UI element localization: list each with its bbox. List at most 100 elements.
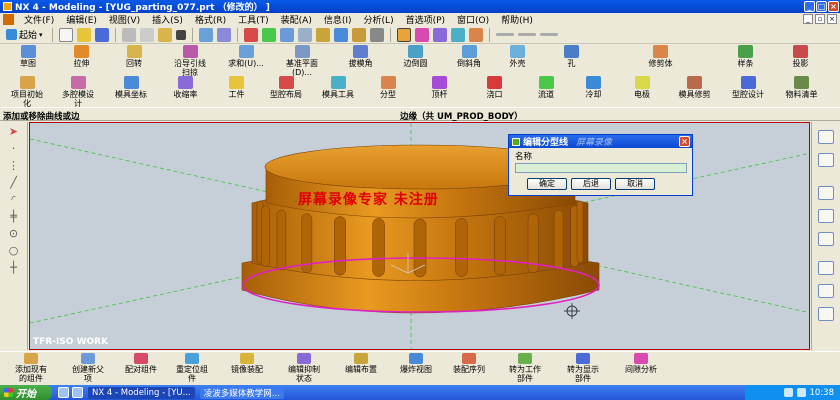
toolbar-button-workpiece[interactable]: 工件 <box>213 76 260 99</box>
circle-icon[interactable]: ○ <box>7 245 21 257</box>
doc-close-button[interactable]: × <box>827 14 837 24</box>
toolbar-button-mold-csys[interactable]: 模具坐标 <box>104 76 158 99</box>
toolbar-button-edge-blend[interactable]: 边倒圆 <box>388 45 443 68</box>
toolbar-button-datum-plane[interactable]: 基准平面 (D)... <box>271 45 333 77</box>
toolbar-button-cavity-design[interactable]: 型腔设计 <box>722 76 774 99</box>
show-desktop-icon[interactable] <box>58 387 69 398</box>
menu-item[interactable]: 编辑(E) <box>60 13 103 26</box>
start-button[interactable]: 开始 <box>0 385 52 400</box>
selection-filter-icon[interactable] <box>396 27 411 42</box>
part-navigator-icon[interactable] <box>818 153 834 167</box>
window-title-bar[interactable]: NX 4 - Modeling - [YUG_parting_077.prt （… <box>0 0 840 13</box>
analysis-icon[interactable] <box>468 27 483 42</box>
menu-item[interactable]: 插入(S) <box>146 13 189 26</box>
toolbar-button-add-component[interactable]: 添加现有 的组件 <box>2 353 60 383</box>
wcs-icon[interactable] <box>450 27 465 42</box>
undo-icon[interactable] <box>198 27 213 42</box>
toolbar-button-mirror-assembly[interactable]: 镜像装配 <box>218 353 276 374</box>
menu-item[interactable]: 窗口(O) <box>451 13 495 26</box>
select-arrow-icon[interactable]: ➤ <box>7 126 21 138</box>
dialog-close-button[interactable]: × <box>679 136 690 147</box>
layer-icon[interactable] <box>432 27 447 42</box>
menu-item[interactable]: 视图(V) <box>103 13 146 26</box>
tray-icon[interactable] <box>796 388 806 397</box>
toolbar-button-project[interactable]: 投影 <box>773 45 828 68</box>
toolbar-button-reposition[interactable]: 重定位组 件 <box>166 353 218 383</box>
toolbar-button-arrangement[interactable]: 编辑布置 <box>332 353 390 374</box>
zoom-icon[interactable] <box>261 27 276 42</box>
intersection-icon[interactable]: ┼ <box>7 262 21 274</box>
toolbar-button-make-work-part[interactable]: 转为工作 部件 <box>496 353 554 383</box>
menu-item[interactable]: 帮助(H) <box>495 13 539 26</box>
menu-item[interactable]: 格式(R) <box>189 13 232 26</box>
toolbar-button-exploded-view[interactable]: 爆炸视图 <box>390 353 442 374</box>
menu-item[interactable]: 文件(F) <box>18 13 60 26</box>
color-icon[interactable] <box>539 33 558 36</box>
help-icon[interactable] <box>818 232 834 246</box>
toolbar-button-runner[interactable]: 流道 <box>522 76 570 99</box>
toolbar-button-make-displayed[interactable]: 转为显示 部件 <box>554 353 612 383</box>
menu-item[interactable]: 分析(L) <box>358 13 400 26</box>
delete-icon[interactable] <box>175 29 186 40</box>
toolbar-button-shrinkage[interactable]: 收缩率 <box>158 76 213 99</box>
toolbar-button-spline[interactable]: 样条 <box>718 45 773 68</box>
toolbar-button-hole[interactable]: 孔 <box>540 45 603 68</box>
point-snap-icon[interactable]: · <box>7 143 21 155</box>
toolbar-button-mate-component[interactable]: 配对组件 <box>116 353 166 374</box>
doc-minimize-button[interactable]: _ <box>803 14 813 24</box>
taskbar-item-teaching[interactable]: 凌波多媒体教学网... <box>199 386 284 399</box>
maximize-button[interactable]: □ <box>816 1 827 12</box>
toolbar-button-family-mold[interactable]: 多腔模设 计 <box>52 76 104 108</box>
new-file-icon[interactable] <box>58 27 73 42</box>
name-input[interactable] <box>515 163 687 173</box>
menu-item[interactable]: 信息(I) <box>318 13 358 26</box>
zoom-inout-icon[interactable] <box>279 27 294 42</box>
toolbar-button-suppression[interactable]: 编辑抑制 状态 <box>276 353 332 383</box>
back-button[interactable]: 后退 <box>571 177 611 190</box>
reuse-library-icon[interactable] <box>818 307 834 321</box>
close-button[interactable]: × <box>828 1 839 12</box>
toolbar-button-sequence[interactable]: 装配序列 <box>442 353 496 374</box>
toolbar-button-clearance[interactable]: 间隙分析 <box>612 353 670 374</box>
toolbar-button-trim-body[interactable]: 修剪体 <box>603 45 718 68</box>
cut-icon[interactable] <box>121 27 136 42</box>
taskbar-item-nx[interactable]: NX 4 - Modeling - [YU... <box>88 386 195 399</box>
circle-center-icon[interactable]: ⊙ <box>7 228 21 240</box>
ok-button[interactable]: 确定 <box>527 177 567 190</box>
start-menu-button[interactable]: 起始 ▾ <box>3 28 46 41</box>
paste-icon[interactable] <box>157 27 172 42</box>
web-browser-icon[interactable] <box>818 186 834 200</box>
tray-icon[interactable] <box>783 388 793 397</box>
minimize-button[interactable]: _ <box>804 1 815 12</box>
toolbar-button-gate[interactable]: 浇口 <box>467 76 522 99</box>
dialog-title-bar[interactable]: 编辑分型线 屏幕录像 × <box>509 135 692 148</box>
toolbar-button-electrode[interactable]: 电极 <box>617 76 667 99</box>
toolbar-button-chamfer[interactable]: 倒斜角 <box>443 45 495 68</box>
render-style-icon[interactable] <box>369 27 384 42</box>
toolbar-button-unite[interactable]: 求和(U)... <box>221 45 271 68</box>
copy-icon[interactable] <box>139 27 154 42</box>
orient-view-icon[interactable] <box>333 27 348 42</box>
open-file-icon[interactable] <box>76 27 91 42</box>
toolbar-button-draft[interactable]: 拔模角 <box>333 45 388 68</box>
toolbar-button-bom[interactable]: 物料清单 <box>774 76 829 99</box>
rotate-icon[interactable] <box>297 27 312 42</box>
arc-icon[interactable]: ◜ <box>7 194 21 206</box>
toolbar-button-mold-tools[interactable]: 模具工具 <box>312 76 364 99</box>
toolbar-button-new-parent[interactable]: 创建新父 项 <box>60 353 116 383</box>
save-icon[interactable] <box>94 27 109 42</box>
shaded-icon[interactable] <box>351 27 366 42</box>
line-icon[interactable]: ╱ <box>7 177 21 189</box>
toolbar-button-sweep[interactable]: 沿导引线 扫掠 <box>159 45 221 77</box>
toolbar-button-project-init[interactable]: 项目初始 化 <box>2 76 52 108</box>
doc-restore-button[interactable]: ▫ <box>815 14 825 24</box>
toolbar-button-parting[interactable]: 分型 <box>364 76 412 99</box>
assembly-navigator-icon[interactable] <box>818 130 834 144</box>
midpoint-icon[interactable]: ╪ <box>7 211 21 223</box>
menu-item[interactable]: 首选项(P) <box>400 13 451 26</box>
system-materials-icon[interactable] <box>818 261 834 275</box>
dotted-grid-icon[interactable]: ⋮ <box>7 160 21 172</box>
pan-icon[interactable] <box>315 27 330 42</box>
menu-item[interactable]: 装配(A) <box>275 13 318 26</box>
toolbar-button-shell[interactable]: 外壳 <box>495 45 540 68</box>
